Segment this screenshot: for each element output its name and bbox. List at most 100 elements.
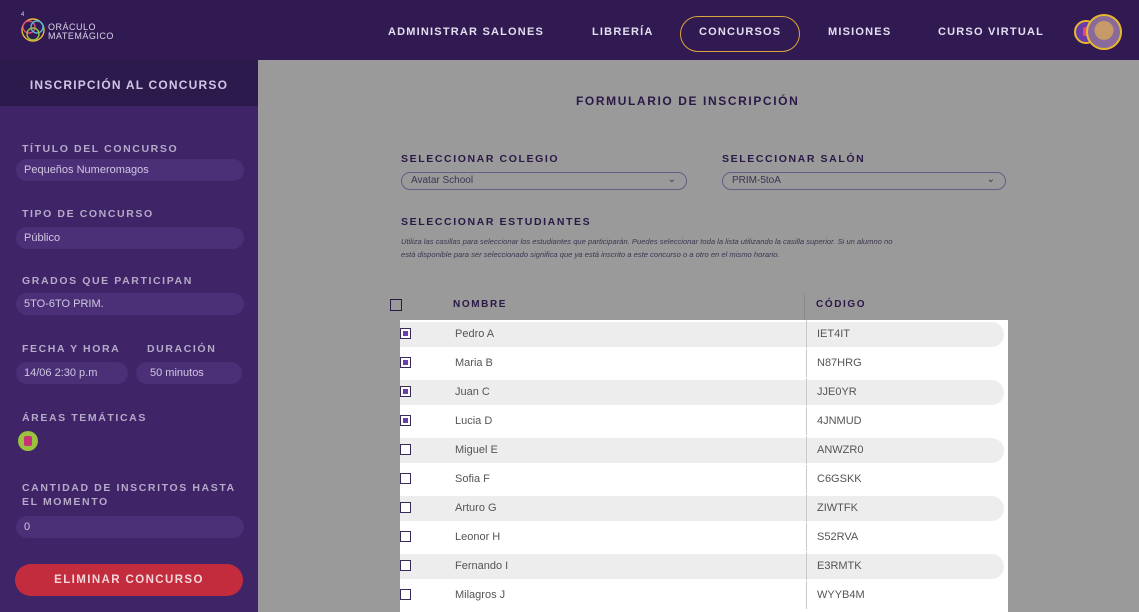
avatar[interactable] [1086, 14, 1122, 50]
form-title: FORMULARIO DE INSCRIPCIÓN [576, 94, 800, 108]
datetime-value: 14/06 2:30 p.m [16, 362, 128, 384]
student-checkbox[interactable] [400, 502, 411, 513]
table-row[interactable]: Fernando I E3RMTK [400, 552, 1008, 580]
contest-title-label: TÍTULO DEL CONCURSO [22, 143, 179, 155]
student-checkbox[interactable] [400, 473, 411, 484]
school-select-value: Avatar School [411, 175, 474, 186]
students-label: SELECCIONAR ESTUDIANTES [401, 216, 592, 228]
datetime-label: FECHA Y HORA [22, 343, 121, 355]
logo-text: ORÁCULO MATEMÁGICO [48, 23, 114, 41]
table-row[interactable]: Pedro A IET4IT [400, 320, 1008, 348]
table-row[interactable]: Juan C JJE0YR [400, 378, 1008, 406]
sidebar-title: INSCRIPCIÓN AL CONCURSO [0, 60, 258, 106]
class-select-value: PRIM-5toA [732, 175, 781, 186]
count-value: 0 [16, 516, 244, 538]
student-checkbox[interactable] [400, 386, 411, 397]
student-code: C6GSKK [817, 473, 862, 485]
instructions-line-2: está disponible para ser seleccionado si… [401, 249, 780, 259]
duration-value: 50 minutos [136, 362, 242, 384]
contest-type-value: Público [16, 227, 244, 249]
student-checkbox[interactable] [400, 531, 411, 542]
svg-text:4: 4 [21, 12, 25, 18]
sidebar: INSCRIPCIÓN AL CONCURSO TÍTULO DEL CONCU… [0, 60, 258, 612]
student-checkbox[interactable] [400, 328, 411, 339]
school-select-label: SELECCIONAR COLEGIO [401, 153, 560, 165]
column-divider [806, 523, 807, 551]
grades-label: GRADOS QUE PARTICIPAN [22, 275, 193, 287]
chevron-down-icon: ⌄ [986, 174, 995, 185]
table-row[interactable]: Milagros J WYYB4M [400, 581, 1008, 609]
contest-type-label: TIPO DE CONCURSO [22, 208, 154, 220]
top-navbar: 4 ORÁCULO MATEMÁGICO ADMINISTRAR SALONES… [0, 0, 1139, 60]
student-name: Arturo G [455, 502, 497, 514]
areas-label: ÁREAS TEMÁTICAS [22, 412, 147, 424]
column-divider [806, 465, 807, 493]
students-table-header: NOMBRE CÓDIGO [390, 294, 1010, 320]
table-row[interactable]: Miguel E ANWZR0 [400, 436, 1008, 464]
table-row[interactable]: Lucia D 4JNMUD [400, 407, 1008, 435]
student-name: Lucia D [455, 415, 493, 427]
contest-title-value: Pequeños Numeromagos [16, 159, 244, 181]
nav-administrar-salones[interactable]: ADMINISTRAR SALONES [388, 26, 544, 42]
student-checkbox[interactable] [400, 560, 411, 571]
student-checkbox[interactable] [400, 415, 411, 426]
app-logo[interactable]: 4 ORÁCULO MATEMÁGICO [18, 10, 208, 50]
table-row[interactable]: Leonor H S52RVA [400, 523, 1008, 551]
student-code: WYYB4M [817, 589, 865, 601]
class-select[interactable]: PRIM-5toA ⌄ [722, 172, 1006, 190]
student-code: 4JNMUD [817, 415, 862, 427]
column-divider [806, 436, 807, 464]
instructions-text: Utiliza las casillas para seleccionar lo… [401, 236, 1021, 261]
student-name: Miguel E [455, 444, 498, 456]
column-divider [806, 552, 807, 580]
school-select[interactable]: Avatar School ⌄ [401, 172, 687, 190]
select-all-checkbox[interactable] [390, 299, 402, 311]
delete-contest-button[interactable]: ELIMINAR CONCURSO [15, 564, 243, 596]
student-code: ANWZR0 [817, 444, 864, 456]
table-row[interactable]: Arturo G ZIWTFK [400, 494, 1008, 522]
table-row[interactable]: Maria B N87HRG [400, 349, 1008, 377]
student-code: JJE0YR [817, 386, 857, 398]
student-code: IET4IT [817, 328, 851, 340]
column-divider [806, 581, 807, 609]
column-divider [806, 320, 807, 348]
column-code-header: CÓDIGO [816, 299, 867, 310]
grades-value: 5TO-6TO PRIM. [16, 293, 244, 315]
class-select-label: SELECCIONAR SALÓN [722, 153, 866, 165]
student-name: Fernando I [455, 560, 509, 572]
count-label-2: EL MOMENTO [22, 496, 109, 508]
row-stripe [400, 380, 1004, 405]
column-divider [804, 294, 805, 320]
student-name: Pedro A [455, 328, 495, 340]
column-name-header: NOMBRE [453, 299, 508, 310]
student-checkbox[interactable] [400, 444, 411, 455]
column-divider [806, 494, 807, 522]
student-code: S52RVA [817, 531, 859, 543]
duration-label: DURACIÓN [147, 343, 217, 355]
nav-concursos[interactable]: CONCURSOS [680, 16, 801, 52]
student-code: ZIWTFK [817, 502, 858, 514]
area-book-icon [18, 431, 38, 451]
logo-icon: 4 [21, 12, 45, 42]
count-label-1: CANTIDAD DE INSCRITOS HASTA [22, 482, 236, 494]
column-divider [806, 378, 807, 406]
student-name: Leonor H [455, 531, 501, 543]
nav-misiones[interactable]: MISIONES [828, 26, 891, 42]
student-name: Maria B [455, 357, 493, 369]
student-checkbox[interactable] [400, 357, 411, 368]
column-divider [806, 407, 807, 435]
instructions-line-1: Utiliza las casillas para seleccionar lo… [401, 237, 893, 246]
table-row[interactable]: Sofia F C6GSKK [400, 465, 1008, 493]
student-code: E3RMTK [817, 560, 862, 572]
nav-curso-virtual[interactable]: CURSO VIRTUAL [938, 26, 1044, 42]
column-divider [806, 349, 807, 377]
brand-line-2: MATEMÁGICO [48, 31, 114, 41]
chevron-down-icon: ⌄ [667, 174, 676, 185]
students-table: Pedro A IET4IT Maria B N87HRG Juan C JJE0YR Lu… [400, 320, 1008, 612]
student-checkbox[interactable] [400, 589, 411, 600]
nav-libreria[interactable]: LIBRERÍA [592, 26, 654, 42]
student-name: Milagros J [455, 589, 506, 601]
student-name: Sofia F [455, 473, 490, 485]
student-code: N87HRG [817, 357, 862, 369]
student-name: Juan C [455, 386, 490, 398]
